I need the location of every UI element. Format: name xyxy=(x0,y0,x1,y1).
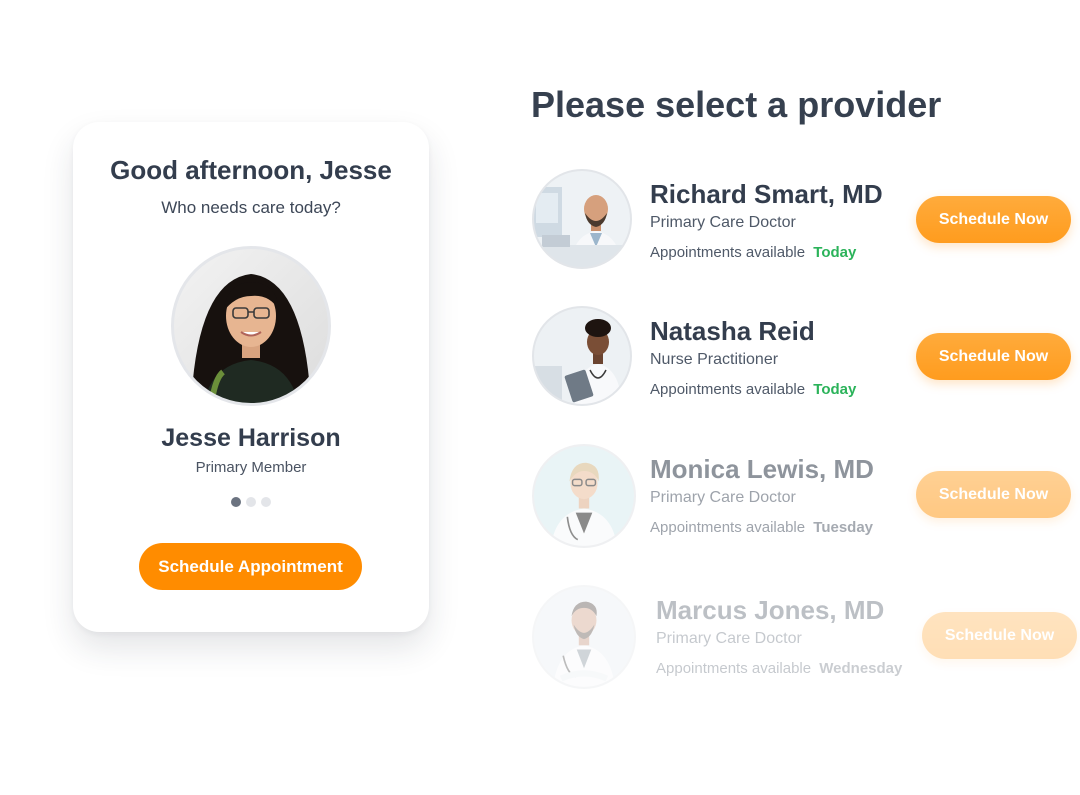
member-role: Primary Member xyxy=(195,459,307,476)
availability-prefix: Appointments available xyxy=(656,660,812,677)
provider-title: Nurse Practitioner xyxy=(650,351,779,368)
availability-prefix: Appointments available xyxy=(650,244,806,261)
member-avatar[interactable] xyxy=(171,246,331,406)
provider-name[interactable]: Marcus Jones, MD xyxy=(656,595,884,626)
member-card: Good afternoon, Jesse Who needs care tod… xyxy=(73,122,429,632)
provider-title: Primary Care Doctor xyxy=(650,214,796,231)
provider-name[interactable]: Richard Smart, MD xyxy=(650,179,883,210)
provider-name[interactable]: Monica Lewis, MD xyxy=(650,454,874,485)
provider-avatar xyxy=(532,444,636,548)
provider-avatar xyxy=(532,169,632,269)
carousel-dot-2[interactable] xyxy=(246,497,256,507)
availability-day: Tuesday xyxy=(813,519,874,536)
page-title: Please select a provider xyxy=(531,84,942,125)
provider-card-richard-smart[interactable]: Richard Smart, MD Primary Care Doctor Ap… xyxy=(532,169,1080,279)
availability-text: Appointments available Tuesday xyxy=(650,519,873,536)
greeting-heading: Good afternoon, Jesse xyxy=(110,155,392,185)
schedule-now-button[interactable]: Schedule Now xyxy=(916,196,1071,243)
schedule-now-button[interactable]: Schedule Now xyxy=(922,612,1077,659)
provider-name[interactable]: Natasha Reid xyxy=(650,316,815,347)
care-prompt: Who needs care today? xyxy=(161,198,341,217)
provider-card-marcus-jones[interactable]: Marcus Jones, MD Primary Care Doctor App… xyxy=(532,585,1080,695)
availability-text: Appointments available Wednesday xyxy=(656,660,902,677)
provider-card-monica-lewis[interactable]: Monica Lewis, MD Primary Care Doctor App… xyxy=(532,444,1080,554)
carousel-dots xyxy=(73,497,429,507)
provider-avatar xyxy=(532,585,636,689)
carousel-dot-1[interactable] xyxy=(231,497,241,507)
availability-text: Appointments available Today xyxy=(650,244,856,261)
schedule-now-button[interactable]: Schedule Now xyxy=(916,471,1071,518)
provider-selection-screen: Good afternoon, Jesse Who needs care tod… xyxy=(0,0,1080,795)
availability-day: Today xyxy=(813,244,857,261)
provider-title: Primary Care Doctor xyxy=(650,489,796,506)
availability-prefix: Appointments available xyxy=(650,519,806,536)
schedule-appointment-button[interactable]: Schedule Appointment xyxy=(139,543,362,590)
provider-title: Primary Care Doctor xyxy=(656,630,802,647)
carousel-dot-3[interactable] xyxy=(261,497,271,507)
provider-avatar xyxy=(532,306,632,406)
availability-day: Today xyxy=(813,381,857,398)
availability-text: Appointments available Today xyxy=(650,381,856,398)
provider-card-natasha-reid[interactable]: Natasha Reid Nurse Practitioner Appointm… xyxy=(532,306,1080,416)
availability-prefix: Appointments available xyxy=(650,381,806,398)
schedule-now-button[interactable]: Schedule Now xyxy=(916,333,1071,380)
member-name: Jesse Harrison xyxy=(161,424,341,452)
availability-day: Wednesday xyxy=(819,660,903,677)
